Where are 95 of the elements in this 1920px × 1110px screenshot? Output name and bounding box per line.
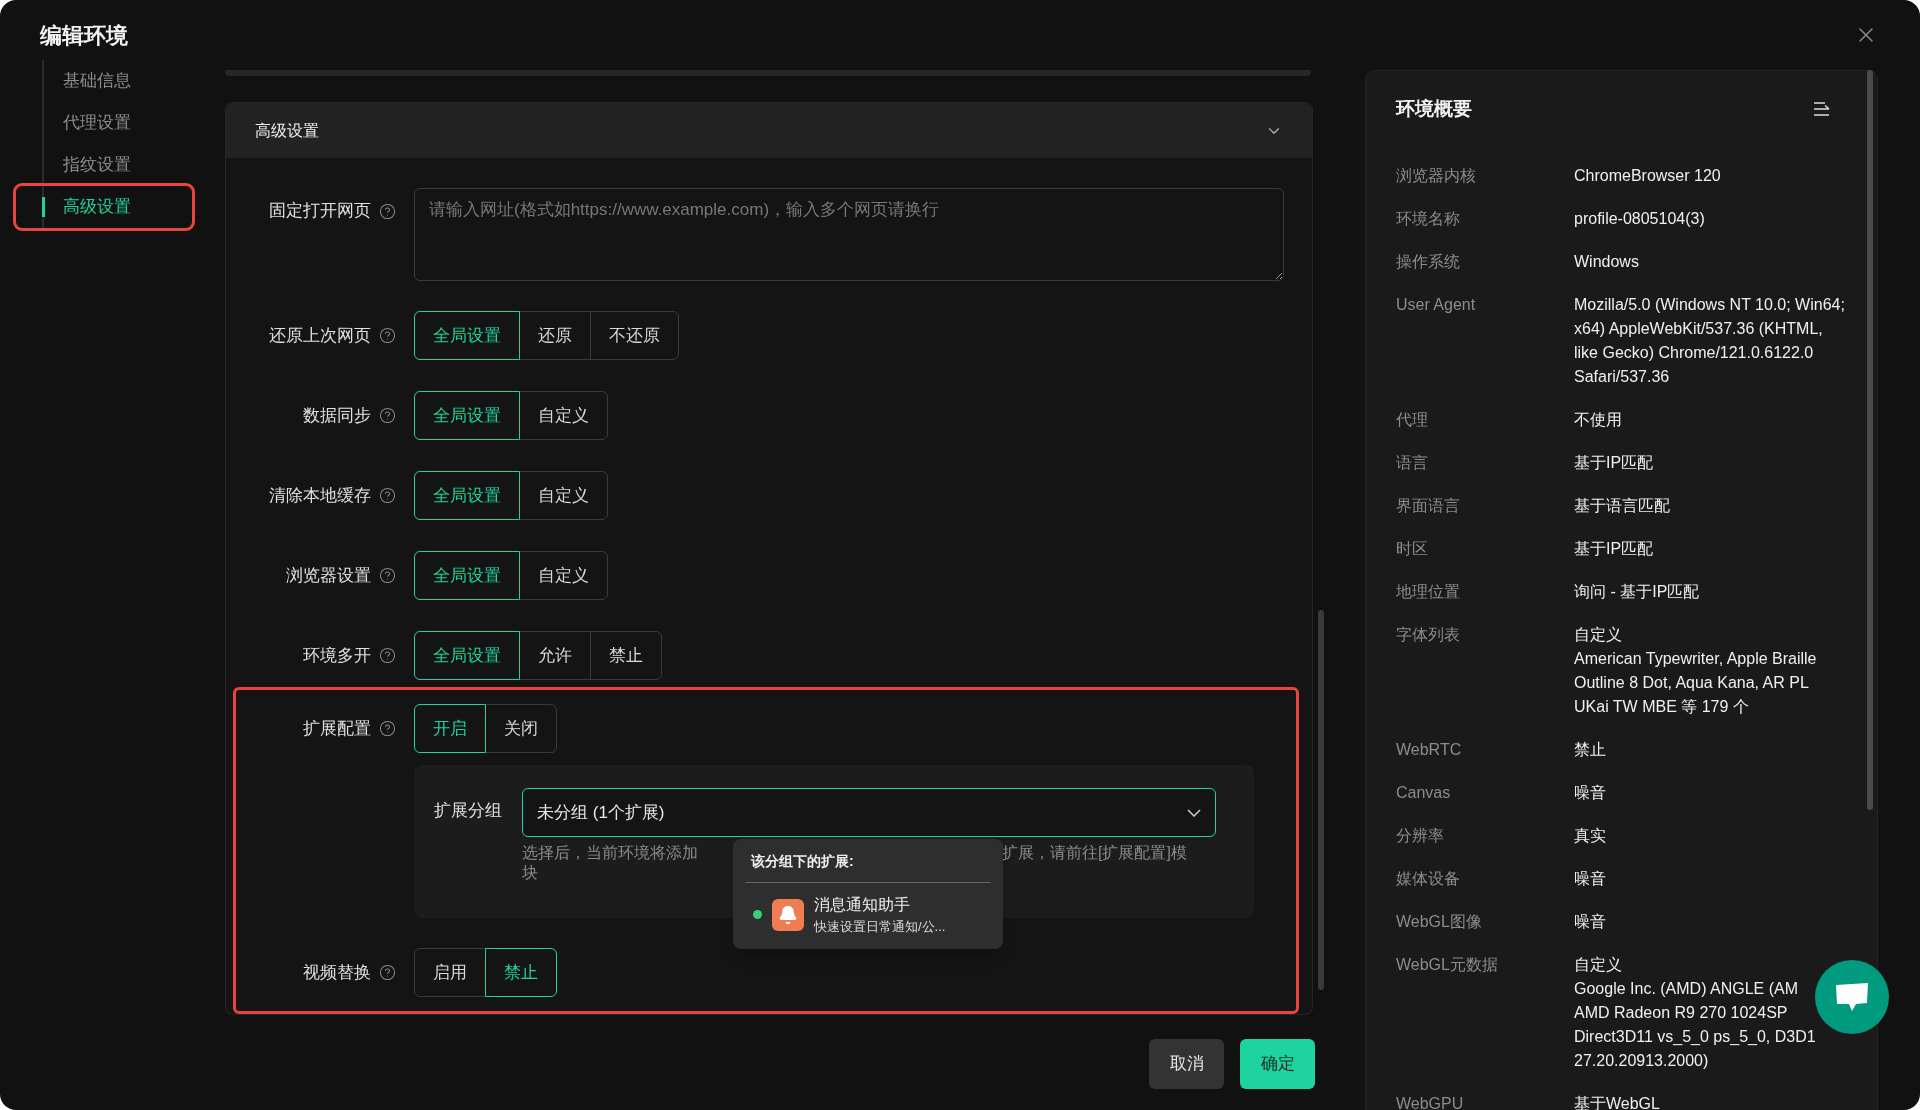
summary-value: 不使用	[1574, 409, 1623, 430]
summary-value: 基于WebGL	[1574, 1093, 1661, 1110]
url-field[interactable]: 请输入网址(格式如https://www.example.com)，输入多个网页请换行	[414, 188, 1284, 281]
summary-value: 基于语言匹配	[1574, 495, 1671, 516]
summary-value: 27.20.20913.2000)	[1574, 1050, 1710, 1071]
option-button[interactable]: 关闭	[485, 704, 557, 753]
summary-label: User Agent	[1396, 294, 1477, 315]
help-icon[interactable]	[379, 720, 396, 737]
summary-label: 代理	[1396, 409, 1429, 430]
summary-value: AMD Radeon R9 270 1024SP	[1574, 1002, 1789, 1023]
summary-label: 字体列表	[1396, 624, 1461, 645]
collapse-icon[interactable]	[1813, 101, 1831, 118]
hint-text: 块	[522, 863, 538, 883]
summary-value: profile-0805104(3)	[1574, 208, 1706, 229]
hint-text: 选择后，当前环境将添加	[522, 844, 698, 861]
nav-item[interactable]: 基础信息	[42, 71, 131, 91]
summary-value: 自定义	[1574, 954, 1623, 975]
option-button[interactable]: 开启	[414, 704, 486, 753]
summary-label: 环境名称	[1396, 208, 1461, 229]
summary-value: 噪音	[1574, 911, 1607, 932]
summary-label: 媒体设备	[1396, 868, 1461, 889]
summary-value: 噪音	[1574, 782, 1607, 803]
summary-title: 环境概要	[1396, 97, 1472, 121]
option-button[interactable]: 禁止	[590, 631, 662, 680]
field-label: 固定打开网页	[269, 200, 371, 223]
summary-label: 语言	[1396, 452, 1429, 473]
summary-value: ChromeBrowser 120	[1574, 165, 1722, 186]
help-icon[interactable]	[379, 647, 396, 664]
nav-item[interactable]: 指纹设置	[42, 155, 131, 175]
summary-label: WebGL元数据	[1396, 954, 1499, 975]
field-label: 数据同步	[303, 404, 371, 427]
field-label: 环境多开	[303, 644, 371, 667]
help-icon[interactable]	[379, 327, 396, 344]
field-label: 视频替换	[303, 961, 371, 984]
field-label: 还原上次网页	[269, 324, 371, 347]
summary-label: Canvas	[1396, 782, 1452, 803]
dialog-title: 编辑环境	[40, 21, 128, 50]
scrollbar-thumb[interactable]	[1318, 610, 1324, 990]
summary-value: Google Inc. (AMD) ANGLE (AM	[1574, 978, 1800, 999]
option-button[interactable]: 全局设置	[414, 551, 520, 600]
chevron-icon	[1187, 808, 1201, 817]
nav-item[interactable]: 高级设置	[42, 197, 131, 217]
option-button[interactable]: 禁止	[485, 948, 557, 997]
group-select[interactable]: 未分组 (1个扩展)	[522, 788, 1216, 837]
field-label: 扩展分组	[434, 800, 502, 822]
field-label: 清除本地缓存	[269, 484, 371, 507]
summary-value: 自定义	[1574, 624, 1623, 645]
option-button[interactable]: 全局设置	[414, 471, 520, 520]
field-label: 扩展配置	[303, 717, 371, 740]
summary-value: 基于IP匹配	[1574, 538, 1655, 559]
extension-description: 快速设置日常通知/公...	[814, 918, 946, 936]
option-button[interactable]: 全局设置	[414, 311, 520, 360]
option-button[interactable]: 允许	[519, 631, 591, 680]
extension-name: 消息通知助手	[814, 895, 911, 915]
bell-icon	[772, 898, 804, 931]
summary-value: 询问 - 基于IP匹配	[1574, 581, 1701, 602]
summary-label: 分辨率	[1396, 825, 1445, 846]
nav-item[interactable]: 代理设置	[42, 113, 131, 133]
cancel-button[interactable]: 取消	[1149, 1039, 1224, 1089]
option-button[interactable]: 全局设置	[414, 631, 520, 680]
summary-value: Windows	[1574, 251, 1640, 272]
option-button[interactable]: 自定义	[519, 551, 608, 600]
summary-label: 浏览器内核	[1396, 165, 1477, 186]
summary-label: 地理位置	[1396, 581, 1461, 602]
option-button[interactable]: 自定义	[519, 471, 608, 520]
summary-value: Mozilla/5.0 (Windows NT 10.0; Win64; x64) AppleWebKit/537.36 (KHTML, like Gecko) Chrome/121.0.6122.0 Safari/537.36	[1574, 294, 1846, 387]
scrollbar-thumb[interactable]	[1867, 70, 1873, 810]
summary-label: WebRTC	[1396, 739, 1463, 760]
hint-text: 扩展，请前往[扩展配置]模	[1002, 843, 1187, 863]
help-icon[interactable]	[379, 567, 396, 584]
help-icon[interactable]	[379, 407, 396, 424]
help-icon[interactable]	[379, 487, 396, 504]
option-button[interactable]: 全局设置	[414, 391, 520, 440]
popover-title: 该分组下的扩展:	[745, 851, 991, 883]
option-button[interactable]: 启用	[414, 948, 486, 997]
summary-value: 真实	[1574, 825, 1607, 846]
field-label: 浏览器设置	[286, 564, 371, 587]
summary-value: American Typewriter, Apple Braille Outline 8 Dot, Aqua Kana, AR PL UKai TW MBE 等 179 个	[1574, 648, 1818, 717]
chat-icon	[1834, 981, 1870, 1013]
section-title: 高级设置	[255, 120, 319, 141]
summary-label: 操作系统	[1396, 251, 1461, 272]
summary-value: 禁止	[1574, 739, 1607, 760]
summary-label: 时区	[1396, 538, 1429, 559]
summary-label: WebGPU	[1396, 1093, 1465, 1110]
confirm-button[interactable]: 确定	[1240, 1039, 1315, 1089]
option-button[interactable]: 还原	[519, 311, 591, 360]
summary-value: Direct3D11 vs_5_0 ps_5_0, D3D1	[1574, 1026, 1817, 1047]
option-button[interactable]: 自定义	[519, 391, 608, 440]
help-icon[interactable]	[379, 202, 396, 220]
summary-value: 基于IP匹配	[1574, 452, 1655, 473]
summary-label: WebGL图像	[1396, 911, 1483, 932]
option-button[interactable]: 不还原	[590, 311, 679, 360]
summary-value: 噪音	[1574, 868, 1607, 889]
summary-label: 界面语言	[1396, 495, 1461, 516]
help-icon[interactable]	[379, 964, 396, 981]
